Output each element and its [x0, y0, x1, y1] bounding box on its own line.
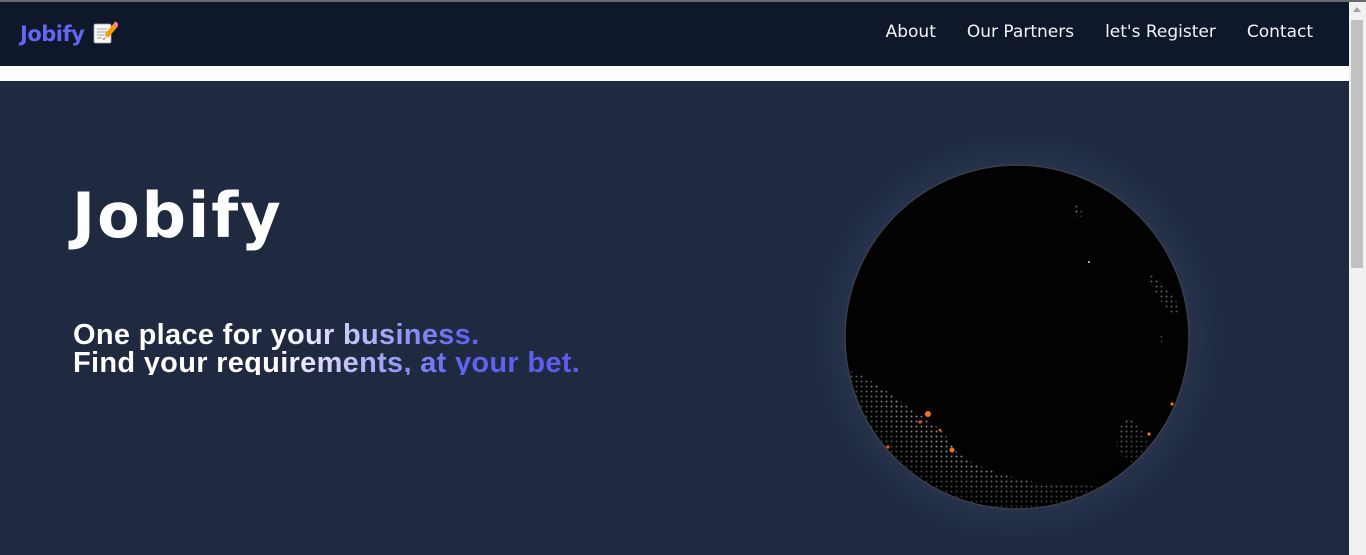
- hero-title: Jobify: [72, 179, 283, 252]
- tagline-line-1: One place for your business.: [73, 321, 480, 351]
- scroll-thumb[interactable]: [1351, 20, 1363, 268]
- nav-link-our-partners[interactable]: Our Partners: [967, 22, 1074, 42]
- nav-link-about[interactable]: About: [886, 22, 936, 42]
- nav-menu: About Our Partners let's Register Contac…: [886, 22, 1313, 42]
- memo-pencil-icon: [93, 21, 119, 44]
- hero-section: Jobify One place for your business. Find…: [0, 81, 1349, 555]
- brand-logo-text: Jobify: [20, 22, 85, 46]
- globe-illustration: [844, 164, 1190, 510]
- tagline-line-2: Find your requirements, at your bet.: [73, 347, 581, 375]
- nav-link-register[interactable]: let's Register: [1105, 22, 1216, 42]
- page-scrollbar[interactable]: [1349, 2, 1366, 555]
- nav-link-contact[interactable]: Contact: [1247, 22, 1313, 42]
- navbar-spacer: [0, 66, 1349, 81]
- brand-logo[interactable]: Jobify: [20, 21, 119, 46]
- navbar: Jobify About Our Partners let's Register…: [0, 2, 1349, 66]
- scroll-up-arrow-icon[interactable]: [1353, 7, 1361, 12]
- hero-tagline: One place for your business. Find your r…: [73, 321, 773, 375]
